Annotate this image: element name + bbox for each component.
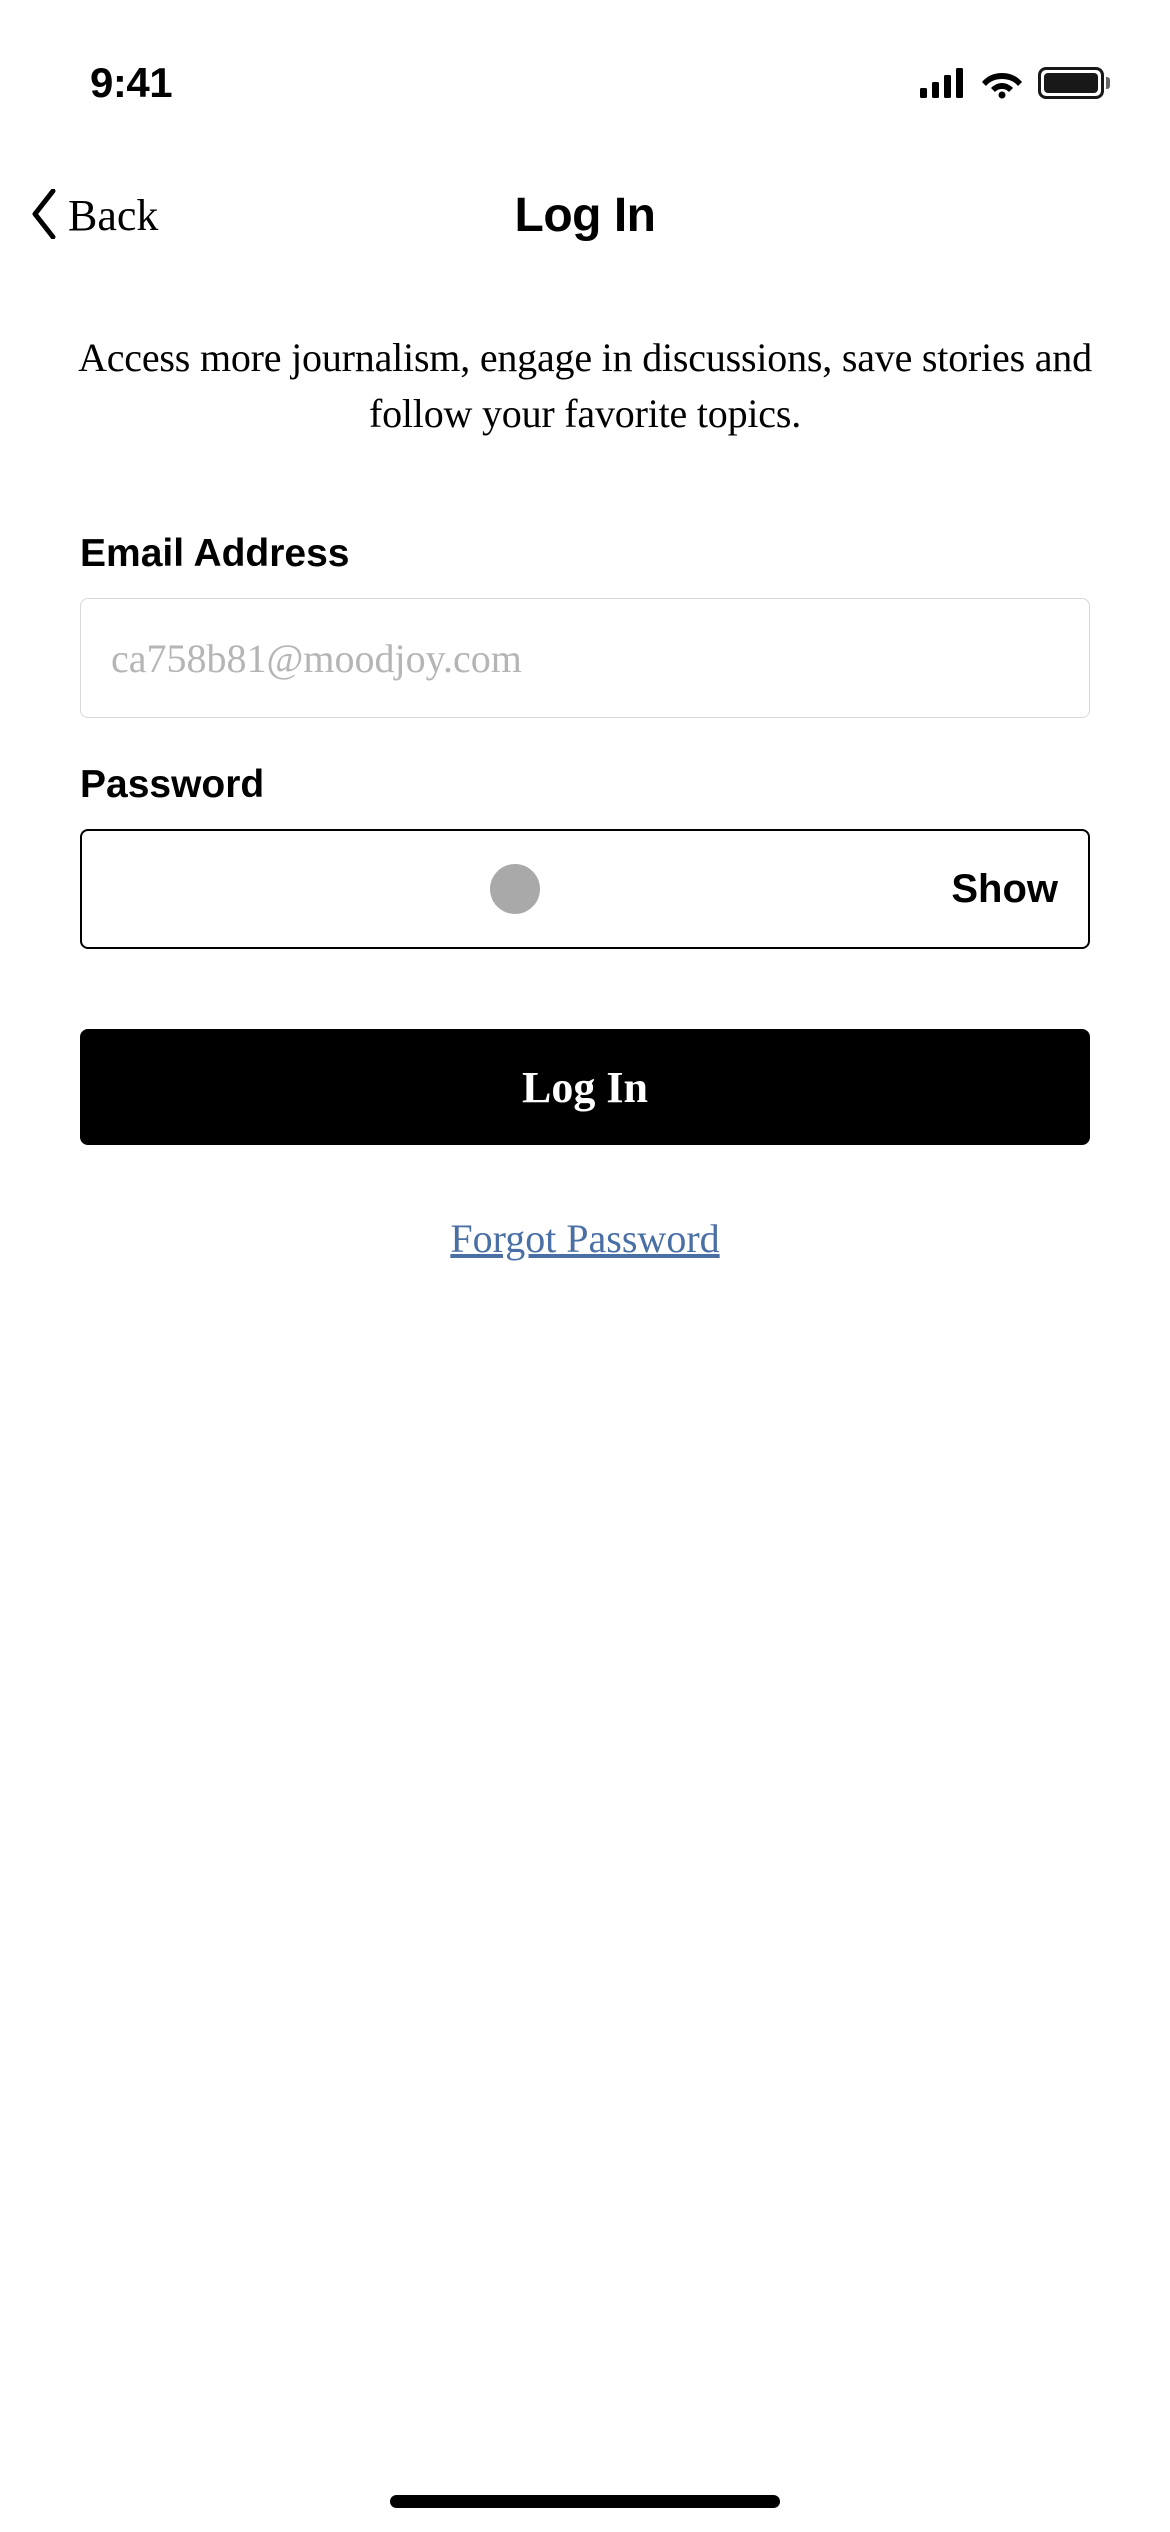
nav-bar: Back Log In [0,160,1170,270]
login-form: Email Address Password Show Log In Forgo… [0,532,1170,1262]
password-mask-dot [490,864,540,914]
login-button[interactable]: Log In [80,1029,1090,1145]
cellular-signal-icon [920,68,966,98]
chevron-left-icon [30,189,58,242]
email-label: Email Address [80,532,1090,576]
back-button-label: Back [68,190,158,241]
status-bar: 9:41 [0,0,1170,130]
status-icons [920,67,1110,99]
home-indicator [390,2495,780,2508]
show-password-button[interactable]: Show [951,867,1058,912]
forgot-password-link[interactable]: Forgot Password [80,1215,1090,1262]
email-field[interactable] [80,598,1090,718]
back-button[interactable]: Back [30,189,158,242]
page-subtitle: Access more journalism, engage in discus… [60,330,1110,442]
status-time: 9:41 [90,59,172,107]
wifi-icon [980,67,1024,99]
page-title: Log In [515,188,656,243]
password-field-group: Password Show [80,763,1090,949]
password-wrap: Show [80,829,1090,949]
password-label: Password [80,763,1090,807]
email-field-group: Email Address [80,532,1090,718]
battery-icon [1038,67,1110,99]
